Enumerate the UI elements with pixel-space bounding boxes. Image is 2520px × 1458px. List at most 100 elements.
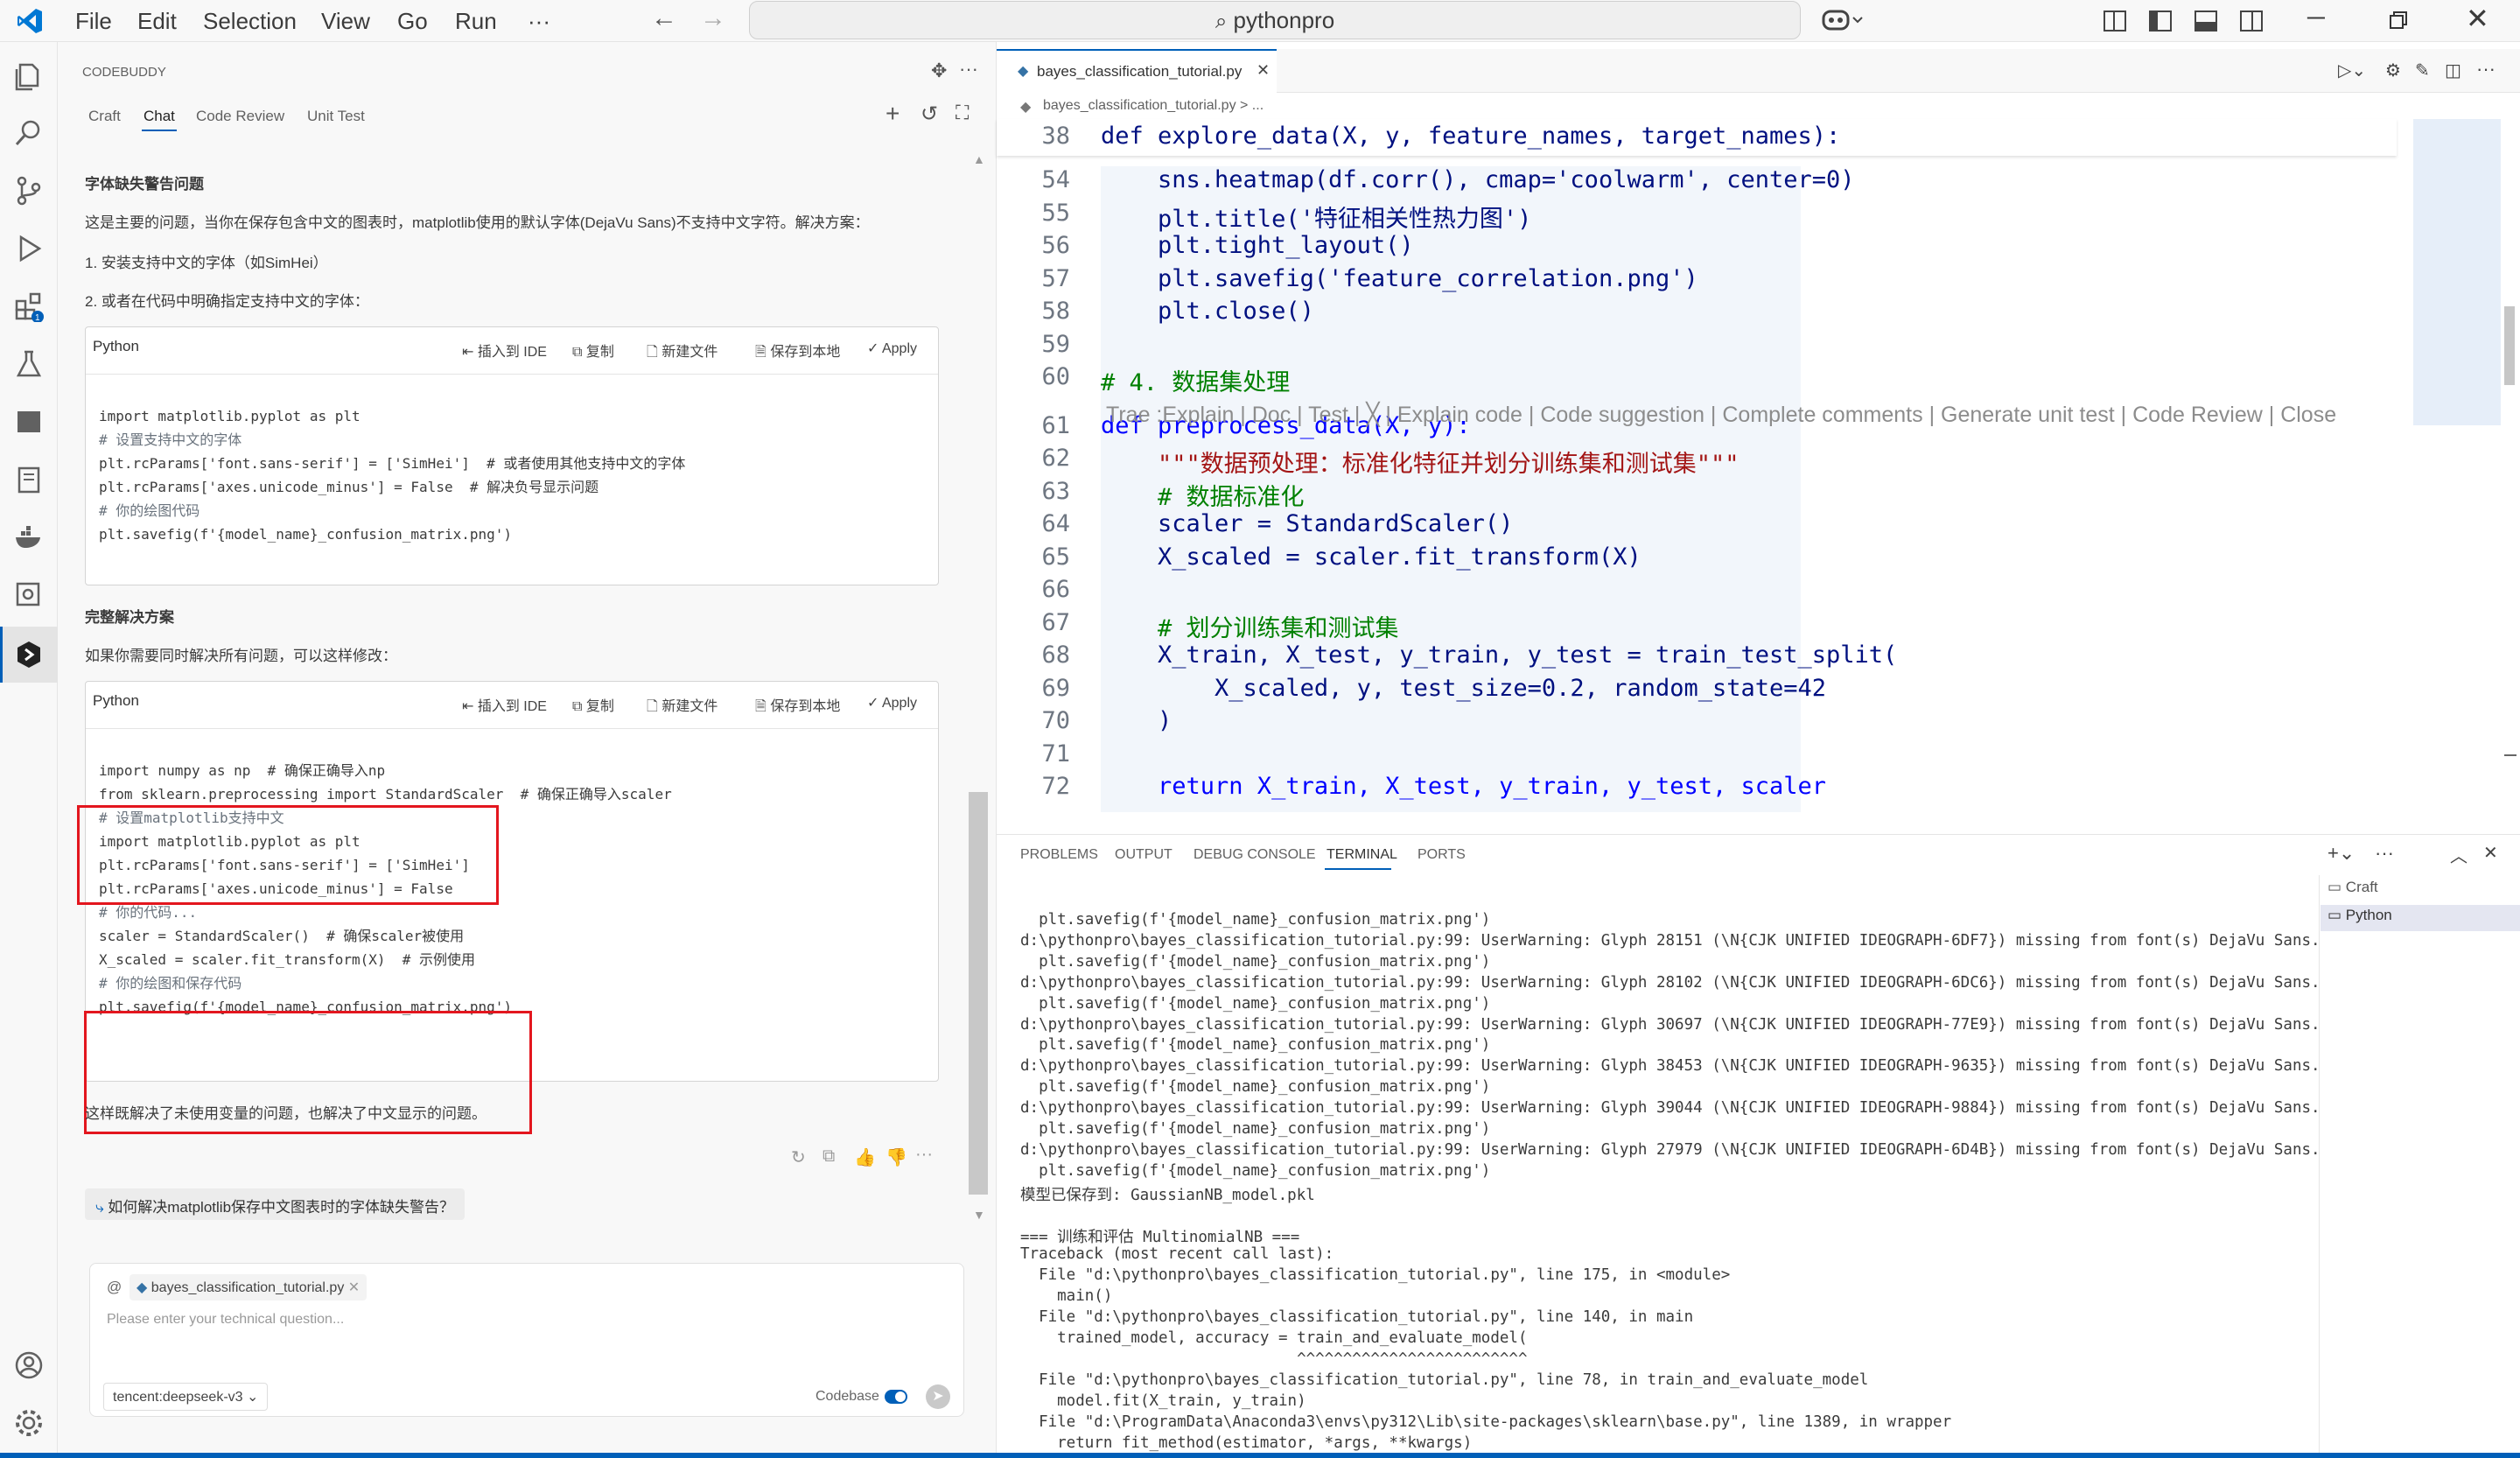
insert-ide-button[interactable]: ⇤ 插入到 IDE [462,694,547,715]
code-line[interactable]: # 数据标准化 [1101,478,1305,512]
code-line[interactable]: """数据预处理：标准化特征并划分训练集和测试集""" [1101,445,1740,479]
restore-icon[interactable] [2389,11,2408,30]
menu-file[interactable]: File [75,8,112,35]
codebuddy-icon[interactable] [13,639,45,670]
layout-toggle-icon[interactable] [2104,11,2126,32]
menu-selection[interactable]: Selection [203,8,297,35]
apply-button[interactable]: ✓ Apply [867,340,917,357]
menu-edit[interactable]: Edit [137,8,177,35]
codebase-toggle[interactable] [885,1390,907,1404]
menu-run[interactable]: Run [455,8,497,35]
toggle-sidebar-icon[interactable] [2149,11,2172,32]
expand-icon[interactable]: ⛶ [956,102,969,124]
remote-explorer-icon[interactable] [13,406,45,438]
code-line[interactable]: # 4. 数据集处理 [1101,363,1290,397]
regenerate-icon[interactable]: ↻ [791,1146,806,1168]
editor-tab-active[interactable]: ◆ bayes_classification_tutorial.py ✕ [997,49,1277,93]
mention-at[interactable]: @ [107,1279,122,1296]
close-tab-icon[interactable]: ✕ [1256,61,1270,80]
sticky-code-line[interactable]: def explore_data(X, y, feature_names, ta… [1101,123,1840,150]
minimize-icon[interactable]: ─ [2307,4,2325,32]
command-center-search[interactable]: ⌕ pythonpro [749,1,1801,39]
copy-button[interactable]: ⧉ 复制 [572,694,614,715]
code-line[interactable]: X_scaled = scaler.fit_transform(X) [1101,543,1642,571]
forward-arrow-icon[interactable]: → [700,4,726,33]
extensions-icon[interactable]: 1 [13,291,45,322]
copy-icon[interactable]: ⧉ [822,1146,835,1167]
terminal-item-python[interactable]: ▭ Python [2320,905,2520,931]
close-window-icon[interactable]: ✕ [2466,2,2489,35]
file-chip[interactable]: ◆ bayes_classification_tutorial.py ✕ [130,1274,368,1300]
source-control-icon[interactable] [13,175,45,207]
editor-scrollbar-thumb[interactable] [2504,306,2515,385]
tab-terminal[interactable]: TERMINAL [1326,847,1397,863]
back-arrow-icon[interactable]: ← [651,4,677,33]
tab-problems[interactable]: PROBLEMS [1020,847,1098,863]
new-file-button[interactable]: 🗋 新建文件 [647,340,718,366]
maximize-panel-icon[interactable]: ︿ [2450,842,2468,867]
settings-gear-icon[interactable] [13,1407,45,1439]
thumbs-down-icon[interactable]: 👎 [886,1146,907,1168]
explorer-icon[interactable] [13,61,45,93]
tab-code-review[interactable]: Code Review [196,108,284,125]
thumbs-up-icon[interactable]: 👍 [854,1146,876,1168]
toggle-secondary-sidebar-icon[interactable] [2240,11,2263,32]
settings-gear-icon[interactable]: ⚙ [2385,60,2401,81]
toggle-panel-icon[interactable] [2194,11,2217,32]
testing-icon[interactable] [13,348,45,380]
suggestion-chip[interactable]: ⤷ 如何解决matplotlib保存中文图表时的字体缺失警告？ [85,1188,466,1220]
chat-scrollbar-thumb[interactable] [969,792,988,1195]
minimap-slider[interactable] [2413,119,2501,425]
history-icon[interactable]: ↺ [920,102,938,127]
code-line[interactable]: ) [1101,707,1172,734]
code-line[interactable]: plt.title('特征相关性热力图') [1101,200,1531,234]
codelens-actions[interactable]: Trae :Explain | Doc | Test | ╳ | Explain… [1106,402,2336,428]
move-icon[interactable]: ✥ [931,60,947,82]
scroll-down-icon[interactable]: ▼ [973,1208,985,1222]
code-line[interactable]: return X_train, X_test, y_train, y_test,… [1101,773,1826,800]
account-icon[interactable] [13,1349,45,1381]
more-actions-icon[interactable]: ··· [2476,58,2496,81]
model-selector[interactable]: tencent:deepseek-v3 ⌄ [103,1383,269,1411]
send-icon[interactable]: ➤ [926,1384,950,1409]
tab-debug-console[interactable]: DEBUG CONSOLE [1194,847,1316,863]
notebook-icon[interactable] [13,464,45,495]
save-local-button[interactable]: 🗎 保存到本地 [755,694,840,720]
close-panel-icon[interactable]: ✕ [2483,842,2498,864]
terminal-item-craft[interactable]: ▭ Craft [2328,879,2378,896]
breadcrumb[interactable]: bayes_classification_tutorial.py > ... [1043,98,1264,114]
menu-more[interactable]: ··· [528,8,550,35]
apply-button[interactable]: ✓ Apply [867,694,917,711]
new-terminal-icon[interactable]: +⌄ [2328,842,2355,865]
copilot-icon[interactable] [1822,7,1866,33]
code-line[interactable]: # 划分训练集和测试集 [1101,609,1399,643]
copy-button[interactable]: ⧉ 复制 [572,340,614,361]
split-editor-icon[interactable]: ◫ [2445,60,2461,81]
run-file-icon[interactable]: ▷⌄ [2338,60,2366,81]
tab-unit-test[interactable]: Unit Test [307,108,365,125]
new-file-button[interactable]: 🗋 新建文件 [647,694,718,720]
edit-icon[interactable]: ✎ [2415,60,2430,81]
save-local-button[interactable]: 🗎 保存到本地 [755,340,840,366]
code-line[interactable]: sns.heatmap(df.corr(), cmap='coolwarm', … [1101,166,1855,193]
remote-search-icon[interactable] [13,579,45,611]
tab-output[interactable]: OUTPUT [1115,847,1172,863]
tab-ports[interactable]: PORTS [1418,847,1466,863]
insert-ide-button[interactable]: ⇤ 插入到 IDE [462,340,547,361]
new-chat-icon[interactable]: + [886,100,900,128]
code-line[interactable]: scaler = StandardScaler() [1101,510,1513,537]
more-icon[interactable]: ··· [915,1145,933,1165]
remove-chip-icon[interactable]: ✕ [348,1280,360,1295]
code-line[interactable]: X_train, X_test, y_train, y_test = train… [1101,641,1897,669]
tab-chat[interactable]: Chat [144,108,175,125]
code-line[interactable]: plt.tight_layout() [1101,232,1414,259]
more-icon[interactable]: ··· [2375,842,2394,865]
code-line[interactable]: plt.close() [1101,298,1314,325]
tab-craft[interactable]: Craft [88,108,121,125]
code-line[interactable]: plt.savefig('feature_correlation.png') [1101,265,1698,292]
chat-input-placeholder[interactable]: Please enter your technical question... [107,1312,344,1328]
code-line[interactable]: X_scaled, y, test_size=0.2, random_state… [1101,675,1826,702]
docker-icon[interactable] [13,522,45,553]
search-icon[interactable] [13,117,45,149]
scroll-up-icon[interactable]: ▲ [973,152,985,166]
